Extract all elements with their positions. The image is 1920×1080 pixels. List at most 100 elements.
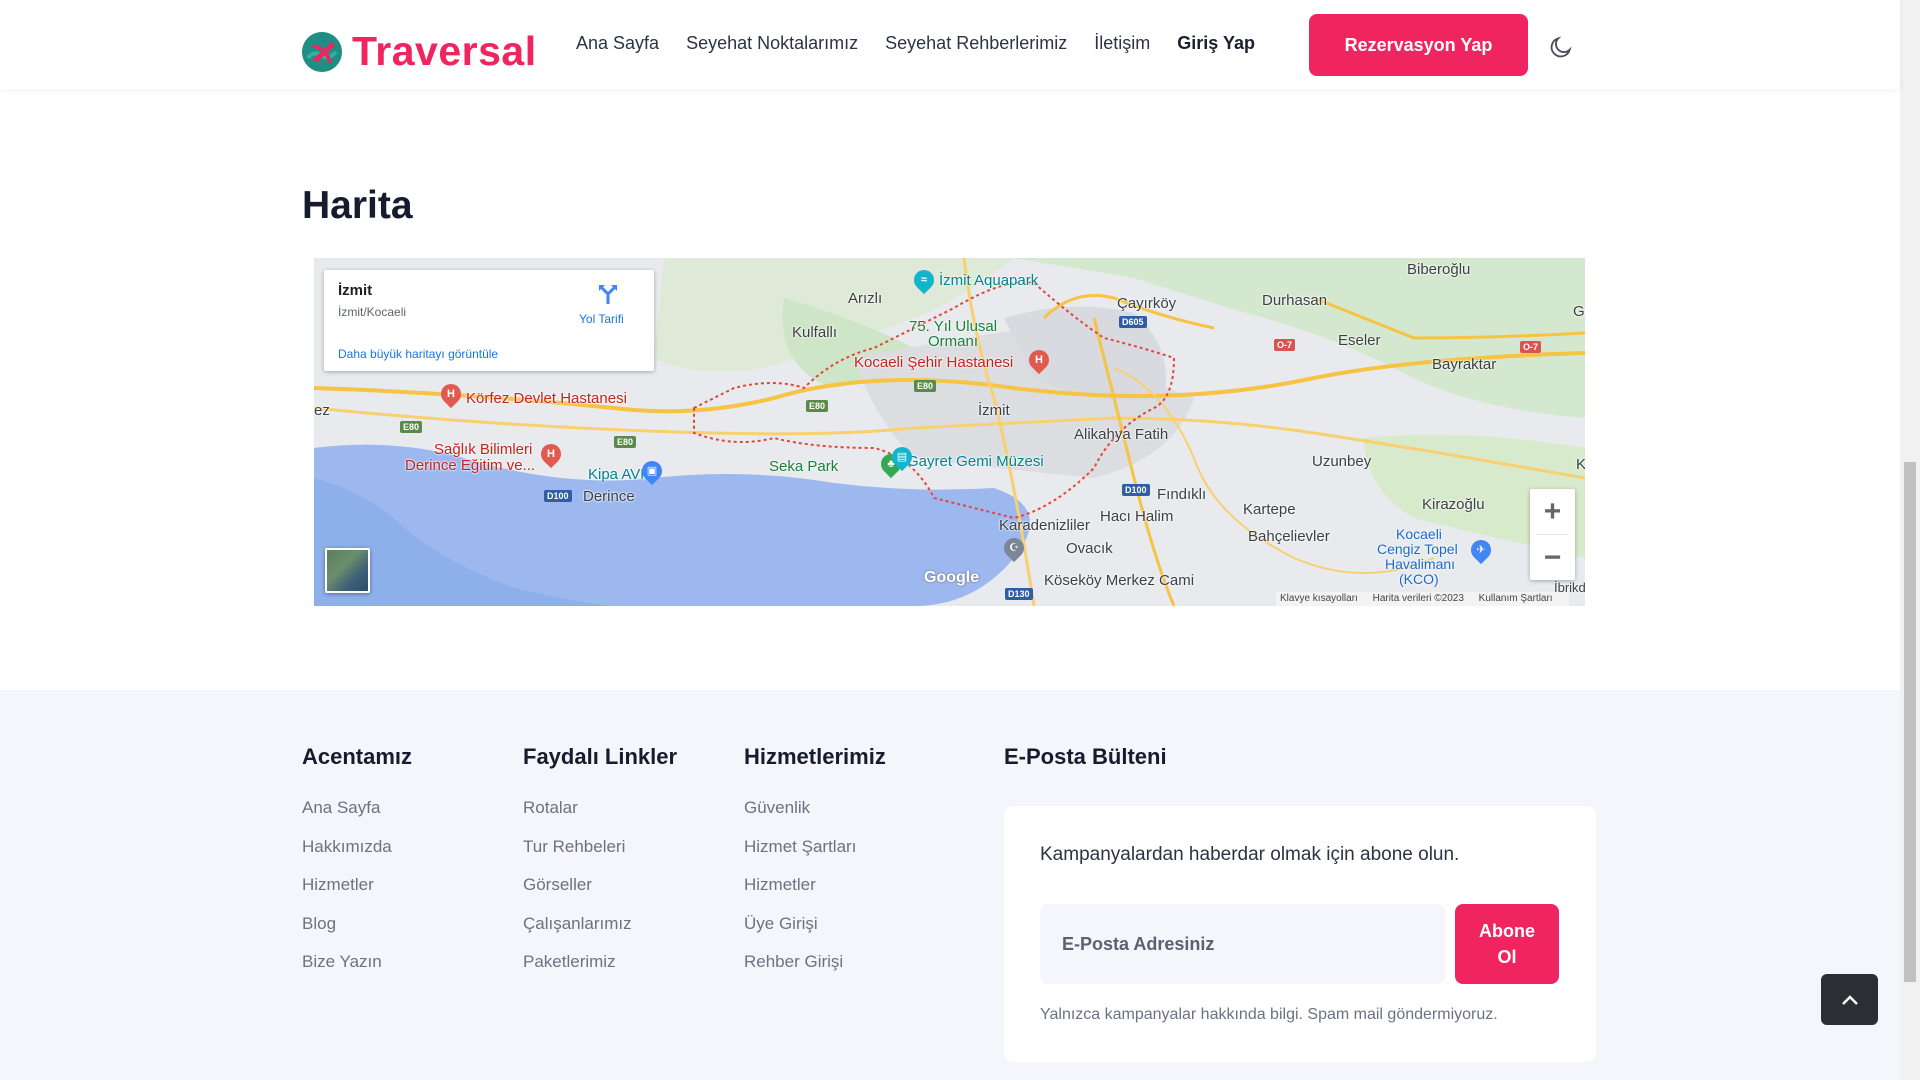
footer-link[interactable]: Bize Yazın bbox=[302, 952, 412, 991]
terms-link[interactable]: Kullanım Şartları bbox=[1479, 593, 1553, 604]
google-logo: Google bbox=[924, 569, 980, 586]
map-label: Biberoğlu bbox=[1407, 261, 1471, 278]
hospital-pin-icon[interactable]: H bbox=[1024, 345, 1054, 375]
larger-map-link[interactable]: Daha büyük haritayı görüntüle bbox=[338, 347, 498, 361]
map-label: Körfez Devlet Hastanesi bbox=[466, 390, 627, 407]
directions-icon[interactable] bbox=[596, 282, 620, 306]
map-label: Seka Park bbox=[769, 458, 839, 475]
subscribe-label-line2: Ol bbox=[1497, 947, 1517, 967]
subscribe-label-line1: Abone bbox=[1479, 921, 1535, 941]
map-label: Kocaeli bbox=[1396, 526, 1442, 542]
map-label: Derince bbox=[583, 488, 635, 505]
scroll-to-top-button[interactable] bbox=[1821, 974, 1878, 1025]
map-label: Ovacık bbox=[1066, 540, 1113, 557]
nav-iletisim[interactable]: İletişim bbox=[1094, 33, 1150, 54]
footer-link[interactable]: Çalışanlarımız bbox=[523, 914, 677, 953]
shopping-pin-icon[interactable]: ▣ bbox=[637, 456, 667, 486]
zoom-out-button[interactable]: − bbox=[1530, 535, 1575, 580]
map-label: İzmit Aquapark bbox=[939, 272, 1039, 289]
map-label: Sağlık Bilimleri bbox=[434, 441, 533, 458]
road-badge: E80 bbox=[914, 380, 937, 392]
logo-text: Traversal bbox=[352, 28, 537, 74]
road-badge: D100 bbox=[544, 490, 572, 502]
map-label: Kartepe bbox=[1243, 501, 1296, 518]
nav-seyehat-noktalari[interactable]: Seyehat Noktalarımız bbox=[686, 33, 858, 54]
nav-ana-sayfa[interactable]: Ana Sayfa bbox=[576, 33, 659, 54]
reservation-button[interactable]: Rezervasyon Yap bbox=[1309, 14, 1528, 76]
map-label: Hacı Halim bbox=[1100, 508, 1174, 525]
footer-link[interactable]: Hizmet Şartları bbox=[744, 837, 886, 876]
subscribe-button[interactable]: Abone Ol bbox=[1455, 904, 1559, 984]
mosque-pin-icon[interactable]: ☪ bbox=[999, 533, 1029, 563]
email-input[interactable] bbox=[1040, 904, 1445, 984]
map-label: Fındıklı bbox=[1157, 486, 1207, 503]
map-label: Eseler bbox=[1338, 332, 1381, 349]
scrollbar-thumb[interactable] bbox=[1904, 462, 1916, 982]
newsletter-note: Yalnızca kampanyalar hakkında bilgi. Spa… bbox=[1040, 1006, 1498, 1023]
footer-link[interactable]: Tur Rehbeleri bbox=[523, 837, 677, 876]
map-label: Çayırköy bbox=[1117, 295, 1177, 312]
footer-link[interactable]: Hizmetler bbox=[744, 875, 886, 914]
footer-col-title: Hizmetlerimiz bbox=[744, 744, 886, 769]
logo[interactable]: Traversal bbox=[302, 28, 537, 75]
map-label: Gedikli bbox=[1573, 303, 1585, 320]
footer-link[interactable]: Görseller bbox=[523, 875, 677, 914]
footer-link[interactable]: Rehber Girişi bbox=[744, 952, 886, 991]
road-badge: D605 bbox=[1119, 316, 1147, 328]
map-label: Karadenizliler bbox=[999, 517, 1090, 534]
map-label: Bahçelievler bbox=[1248, 528, 1330, 545]
keyboard-shortcuts-link[interactable]: Klavye kısayolları bbox=[1280, 593, 1358, 604]
map-attribution: Klavye kısayolları Harita verileri ©2023… bbox=[1276, 592, 1569, 606]
map-label: Uzunbey bbox=[1312, 453, 1372, 470]
nav-giris-yap[interactable]: Giriş Yap bbox=[1177, 33, 1255, 54]
road-badge: E80 bbox=[400, 421, 423, 433]
road-badge: D130 bbox=[1005, 588, 1033, 600]
map-label: Bayraktar bbox=[1432, 356, 1497, 373]
embedded-map[interactable]: İzmit İzmit/Kocaeli Daha büyük haritayı … bbox=[314, 258, 1585, 606]
map-label: İzmit bbox=[978, 402, 1010, 419]
footer-link[interactable]: Blog bbox=[302, 914, 412, 953]
main-nav: Ana Sayfa Seyehat Noktalarımız Seyehat R… bbox=[576, 33, 1282, 54]
footer-link[interactable]: Hizmetler bbox=[302, 875, 412, 914]
site-footer bbox=[0, 690, 1900, 1080]
museum-pin-icon[interactable]: ▤ bbox=[887, 442, 917, 472]
satellite-layer-toggle[interactable] bbox=[325, 548, 370, 593]
chevron-up-icon bbox=[1841, 994, 1858, 1005]
map-label: Alikahya Fatih bbox=[1074, 426, 1169, 443]
footer-col-title: Acentamız bbox=[302, 744, 413, 769]
footer-col-services: Hizmetlerimiz Güvenlik Hizmet Şartları H… bbox=[744, 744, 886, 991]
footer-link[interactable]: Üye Girişi bbox=[744, 914, 886, 953]
place-subtitle: İzmit/Kocaeli bbox=[338, 305, 407, 319]
site-header: Traversal Ana Sayfa Seyehat Noktalarımız… bbox=[0, 0, 1900, 89]
aquapark-pin-icon[interactable]: ≈ bbox=[909, 265, 939, 295]
zoom-controls: + − bbox=[1530, 489, 1575, 580]
map-info-card: İzmit İzmit/Kocaeli Daha büyük haritayı … bbox=[324, 270, 654, 371]
map-label: ez bbox=[314, 402, 330, 419]
hospital-pin-icon[interactable]: H bbox=[536, 439, 566, 469]
moon-icon[interactable] bbox=[1548, 34, 1574, 60]
footer-link[interactable]: Ana Sayfa bbox=[302, 798, 412, 837]
map-section-title: Harita bbox=[302, 184, 413, 227]
map-label: Kulfallı bbox=[792, 324, 838, 341]
newsletter-text: Kampanyalardan haberdar olmak için abone… bbox=[1040, 844, 1460, 865]
map-label: Gayret Gemi Müzesi bbox=[907, 453, 1044, 470]
zoom-in-button[interactable]: + bbox=[1530, 489, 1575, 534]
directions-label[interactable]: Yol Tarifi bbox=[579, 312, 624, 326]
hospital-pin-icon[interactable]: H bbox=[436, 379, 466, 409]
nav-seyehat-rehberleri[interactable]: Seyehat Rehberlerimiz bbox=[885, 33, 1067, 54]
footer-col-newsletter: E-Posta Bülteni bbox=[1004, 744, 1167, 798]
footer-link[interactable]: Hakkımızda bbox=[302, 837, 412, 876]
footer-col-useful-links: Faydalı Linkler Rotalar Tur Rehbeleri Gö… bbox=[523, 744, 677, 991]
footer-link[interactable]: Rotalar bbox=[523, 798, 677, 837]
footer-link[interactable]: Güvenlik bbox=[744, 798, 886, 837]
page-scrollbar[interactable] bbox=[1900, 0, 1920, 1080]
footer-col-title: Faydalı Linkler bbox=[523, 744, 678, 769]
map-label: Köseköy Merkez Cami bbox=[1044, 572, 1195, 589]
map-label: Kirazoğlu bbox=[1422, 496, 1485, 513]
footer-link[interactable]: Paketlerimiz bbox=[523, 952, 677, 991]
place-title: İzmit bbox=[338, 282, 373, 299]
map-label: Arızlı bbox=[848, 290, 883, 307]
airport-pin-icon[interactable]: ✈ bbox=[1466, 535, 1496, 565]
map-label: Kocaeli Şehir Hastanesi bbox=[854, 354, 1014, 371]
road-badge: E80 bbox=[806, 400, 829, 412]
